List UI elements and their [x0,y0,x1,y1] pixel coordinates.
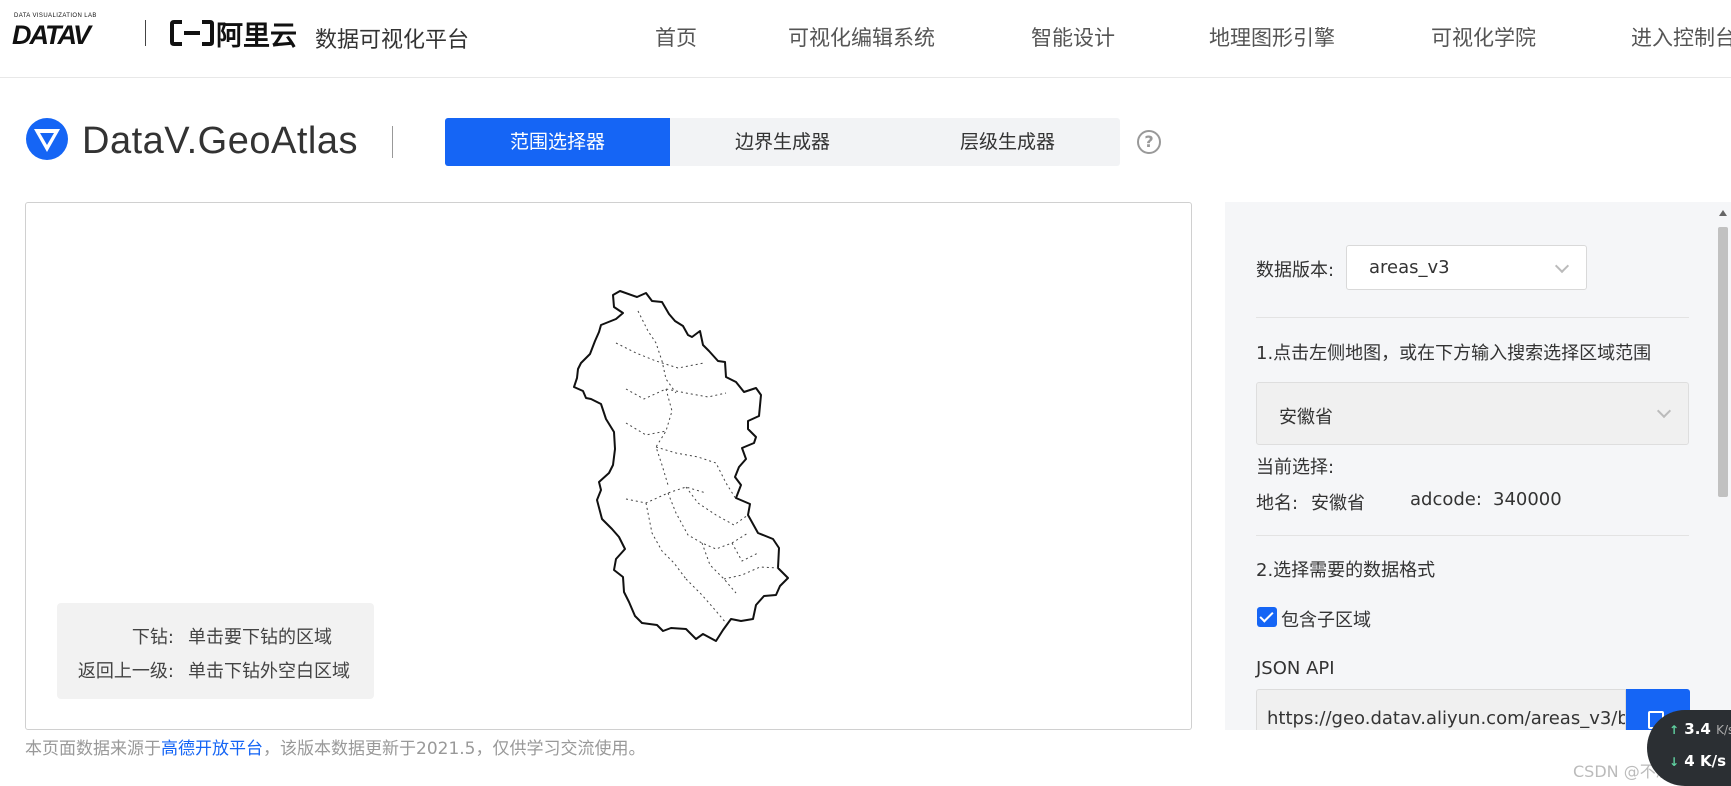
nav-home[interactable]: 首页 [655,22,788,52]
current-selection-label: 当前选择: [1256,457,1335,478]
top-navigation-bar: DATA VISUALIZATION LAB DATAV 阿里云 数据可视化平台… [0,0,1731,78]
footnote-suffix: ，该版本数据更新于2021.5，仅供学习交流使用。 [263,739,646,759]
version-label: 数据版本: [1256,260,1335,281]
divider [1256,317,1689,318]
aliyun-wordmark: 阿里云 [216,20,297,52]
step2-label: 2.选择需要的数据格式 [1256,560,1436,581]
tab-boundary-generator[interactable]: 边界生成器 [670,118,895,166]
version-value: areas_v3 [1369,257,1450,278]
datav-logo[interactable]: DATA VISUALIZATION LAB DATAV [12,13,126,50]
nav-smart-design[interactable]: 智能设计 [1031,22,1209,52]
map-panel[interactable]: 下钻: 单击要下钻的区域 返回上一级: 单击下钻外空白区域 [25,202,1192,730]
legend-drilldown: 下钻: 单击要下钻的区域 [57,623,332,649]
geoatlas-title: DataV.GeoAtlas [82,119,358,162]
download-speed-value: 4 [1684,752,1695,770]
nav-visual-academy[interactable]: 可视化学院 [1431,22,1631,52]
place-label: 地名: [1256,493,1299,514]
include-subregions-label[interactable]: 包含子区域 [1281,606,1371,632]
platform-title: 数据可视化平台 [315,28,470,53]
upload-speed-unit: K/s [1716,723,1731,737]
chevron-down-icon [1554,258,1570,274]
upload-speed: ↑ 3.4 K/s [1669,720,1731,738]
region-value: 安徽省 [1279,407,1333,428]
tab-level-generator[interactable]: 层级生成器 [895,118,1120,166]
scroll-up-icon[interactable] [1719,210,1727,216]
legend-go-up-key: 返回上一级: [77,661,174,682]
amap-link[interactable]: 高德开放平台 [161,739,263,759]
datav-lab-caption: DATA VISUALIZATION LAB [14,13,97,19]
settings-scrollbar[interactable] [1715,202,1731,730]
legend-go-up-value: 单击下钻外空白区域 [188,661,350,682]
download-speed-unit: K/s [1699,752,1726,770]
datav-wordmark: DATAV [12,20,91,50]
aliyun-logo[interactable]: 阿里云 [170,16,297,52]
json-api-url: https://geo.datav.aliyun.com/areas_v3/bo… [1267,708,1625,729]
adcode-value: 340000 [1493,489,1562,510]
version-select[interactable]: areas_v3 [1346,245,1587,290]
include-subregions-checkbox[interactable] [1257,607,1277,627]
nav-geo-engine[interactable]: 地理图形引擎 [1209,22,1431,52]
json-api-label: JSON API [1256,658,1335,679]
divider [1256,535,1689,536]
network-speed-widget[interactable]: ↑ 3.4 K/s ↓ 4 K/s [1647,710,1731,786]
download-arrow-icon: ↓ [1669,755,1680,769]
nav-visual-editor[interactable]: 可视化编辑系统 [788,22,1031,52]
scrollbar-thumb[interactable] [1718,227,1728,497]
geoatlas-v-icon [24,116,70,166]
legend-go-up: 返回上一级: 单击下钻外空白区域 [57,657,350,683]
adcode-label: adcode: [1410,489,1482,510]
province-outline[interactable] [573,290,789,642]
tab-range-selector[interactable]: 范围选择器 [445,118,670,166]
legend-drilldown-key: 下钻: [131,627,174,648]
legend-drilldown-value: 单击要下钻的区域 [188,627,332,648]
header-divider [392,126,393,158]
settings-panel: 数据版本: areas_v3 1.点击左侧地图，或在下方输入搜索选择区域范围 安… [1225,202,1731,730]
region-select[interactable]: 安徽省 [1256,382,1689,445]
map-legend: 下钻: 单击要下钻的区域 返回上一级: 单击下钻外空白区域 [57,603,374,699]
aliyun-icon [170,20,214,46]
brand-divider [145,20,146,46]
footnote-prefix: 本页面数据来源于 [25,739,161,759]
place-value: 安徽省 [1311,493,1365,514]
step1-label: 1.点击左侧地图，或在下方输入搜索选择区域范围 [1256,343,1652,364]
chevron-down-icon [1656,403,1672,419]
tool-tabs: 范围选择器 边界生成器 层级生成器 [445,118,1120,166]
main-nav: 首页 可视化编辑系统 智能设计 地理图形引擎 可视化学院 进入控制台 [655,22,1731,52]
upload-arrow-icon: ↑ [1669,723,1680,737]
nav-console[interactable]: 进入控制台 [1631,22,1731,52]
geoatlas-logo: DataV.GeoAtlas [24,116,358,166]
json-api-url-field[interactable]: https://geo.datav.aliyun.com/areas_v3/bo… [1256,689,1626,730]
upload-speed-value: 3.4 [1684,720,1711,738]
help-icon[interactable]: ? [1137,130,1161,154]
download-speed: ↓ 4 K/s [1669,752,1726,770]
data-source-note: 本页面数据来源于高德开放平台，该版本数据更新于2021.5，仅供学习交流使用。 [25,734,645,759]
